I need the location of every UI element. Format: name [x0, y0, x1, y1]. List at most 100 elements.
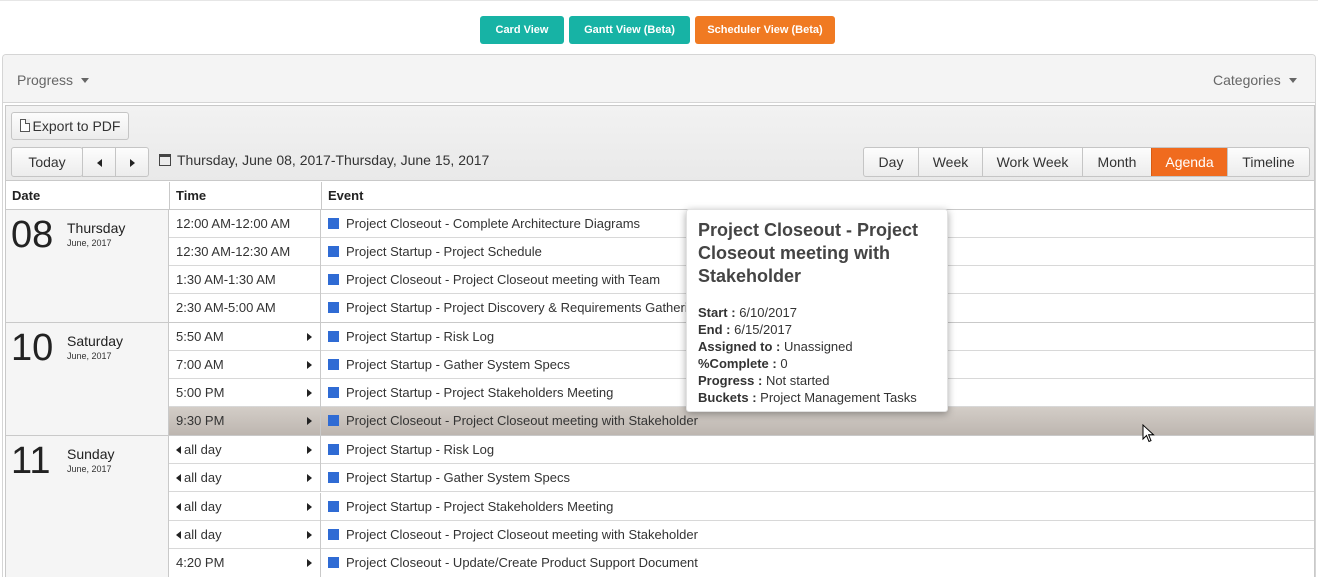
card-view-button[interactable]: Card View — [480, 16, 564, 44]
mouse-cursor-icon — [1142, 424, 1155, 443]
date-cell: 11 Sunday June, 2017 — [6, 436, 169, 577]
continues-right-icon — [307, 531, 312, 539]
event-title: Project Closeout - Complete Architecture… — [346, 216, 641, 231]
table-row: all day Project Startup - Project Stakeh… — [169, 493, 1314, 521]
scheduler-view-button[interactable]: Scheduler View (Beta) — [695, 16, 835, 44]
day-group: 10 Saturday June, 2017 5:50 AM Project S… — [6, 323, 1314, 436]
time-label: all day — [184, 527, 222, 542]
categories-filter[interactable]: Categories — [1213, 72, 1297, 88]
continues-right-icon — [307, 503, 312, 511]
event-title: Project Closeout - Project Closeout meet… — [346, 527, 698, 542]
event-color-icon — [328, 358, 339, 370]
weekday: Sunday — [67, 446, 115, 462]
tooltip-start: Start : 6/10/2017 — [698, 304, 936, 321]
time-cell: all day — [169, 464, 321, 492]
tooltip-end-label: End : — [698, 322, 731, 337]
time-cell: 5:00 PM — [169, 379, 321, 407]
day-number: 11 — [11, 440, 51, 482]
table-row: 4:20 PM Project Closeout - Update/Create… — [169, 549, 1314, 577]
prev-button[interactable] — [82, 147, 116, 177]
event-title: Project Closeout - Project Closeout meet… — [346, 272, 661, 287]
next-button[interactable] — [115, 147, 149, 177]
event-color-icon — [328, 217, 339, 229]
tooltip-assigned: Assigned to : Unassigned — [698, 338, 936, 355]
tab-day[interactable]: Day — [864, 148, 918, 176]
time-cell: 1:30 AM-1:30 AM — [169, 266, 321, 294]
tooltip-title: Project Closeout - Project Closeout meet… — [698, 220, 919, 286]
event-title: Project Startup - Risk Log — [346, 329, 495, 344]
month-year: June, 2017 — [67, 464, 112, 474]
day-group: 08 Thursday June, 2017 12:00 AM-12:00 AM… — [6, 210, 1314, 323]
event-color-icon — [328, 471, 339, 483]
export-pdf-label: Export to PDF — [32, 118, 121, 134]
time-label: 5:00 PM — [176, 385, 225, 400]
date-range-picker[interactable]: Thursday, June 08, 2017-Thursday, June 1… — [159, 152, 489, 168]
event-item[interactable]: Project Startup - Gather System Specs — [321, 464, 1314, 492]
tooltip-end-value: 6/15/2017 — [734, 322, 792, 337]
date-column-header: Date — [12, 188, 41, 203]
continues-right-icon — [307, 333, 312, 341]
progress-filter[interactable]: Progress — [17, 72, 90, 88]
event-title: Project Startup - Project Discovery & Re… — [346, 300, 703, 315]
gantt-view-button[interactable]: Gantt View (Beta) — [569, 16, 690, 44]
event-tooltip: Project Closeout - Project Closeout meet… — [686, 209, 948, 412]
time-cell: 12:00 AM-12:00 AM — [169, 210, 321, 238]
tab-timeline[interactable]: Timeline — [1227, 148, 1309, 176]
time-cell: all day — [169, 436, 321, 464]
time-cell: 12:30 AM-12:30 AM — [169, 238, 321, 266]
time-cell: 9:30 PM — [169, 407, 321, 435]
event-item[interactable]: Project Startup - Risk Log — [321, 436, 1314, 464]
time-cell: 7:00 AM — [169, 351, 321, 379]
continues-left-icon — [176, 530, 181, 539]
event-item[interactable]: Project Closeout - Project Closeout meet… — [321, 521, 1314, 549]
event-color-icon — [328, 556, 339, 568]
progress-filter-label: Progress — [17, 72, 74, 88]
today-button[interactable]: Today — [11, 147, 83, 177]
event-color-icon — [328, 330, 339, 342]
tooltip-assigned-label: Assigned to : — [698, 339, 781, 354]
event-title: Project Startup - Project Stakeholders M… — [346, 385, 614, 400]
scheduler-panel: Progress Categories Export to PDF Today … — [2, 54, 1316, 577]
day-number: 08 — [11, 214, 54, 256]
weekday: Thursday — [67, 220, 126, 236]
top-divider — [0, 0, 1318, 1]
time-label: all day — [184, 470, 222, 485]
time-label: 12:30 AM-12:30 AM — [176, 244, 291, 259]
event-title: Project Startup - Risk Log — [346, 442, 495, 457]
tab-week[interactable]: Week — [918, 148, 982, 176]
caret-down-icon — [1288, 77, 1297, 83]
event-title: Project Startup - Project Stakeholders M… — [346, 499, 614, 514]
event-item[interactable]: Project Closeout - Update/Create Product… — [321, 549, 1314, 577]
filter-bar: Progress Categories — [3, 55, 1315, 103]
time-label: 5:50 AM — [176, 329, 224, 344]
chevron-right-icon — [129, 159, 135, 168]
categories-filter-label: Categories — [1213, 72, 1281, 88]
event-color-icon — [328, 273, 339, 285]
continues-left-icon — [176, 502, 181, 511]
event-color-icon — [328, 414, 339, 426]
tab-month[interactable]: Month — [1082, 148, 1151, 176]
event-item[interactable]: Project Startup - Project Stakeholders M… — [321, 493, 1314, 521]
view-switcher: Card View Gantt View (Beta) Scheduler Vi… — [0, 16, 1318, 44]
continues-right-icon — [307, 361, 312, 369]
date-range-label: Thursday, June 08, 2017-Thursday, June 1… — [177, 152, 490, 168]
tab-work-week[interactable]: Work Week — [982, 148, 1082, 176]
month-year: June, 2017 — [67, 351, 112, 361]
tooltip-progress-value: Not started — [765, 373, 830, 388]
event-color-icon — [328, 245, 339, 257]
date-cell: 10 Saturday June, 2017 — [6, 323, 169, 435]
continues-right-icon — [307, 474, 312, 482]
weekday: Saturday — [67, 333, 124, 349]
pdf-icon — [19, 119, 30, 133]
time-cell: 2:30 AM-5:00 AM — [169, 294, 321, 322]
continues-right-icon — [307, 559, 312, 567]
tab-agenda[interactable]: Agenda — [1151, 148, 1227, 176]
time-cell: 5:50 AM — [169, 323, 321, 351]
date-cell: 08 Thursday June, 2017 — [6, 210, 169, 322]
export-pdf-button[interactable]: Export to PDF — [11, 112, 129, 140]
continues-right-icon — [307, 389, 312, 397]
day-group: 11 Sunday June, 2017 all day Project Sta… — [6, 436, 1314, 577]
continues-right-icon — [307, 446, 312, 454]
time-label: all day — [184, 442, 222, 457]
time-cell: all day — [169, 493, 321, 521]
